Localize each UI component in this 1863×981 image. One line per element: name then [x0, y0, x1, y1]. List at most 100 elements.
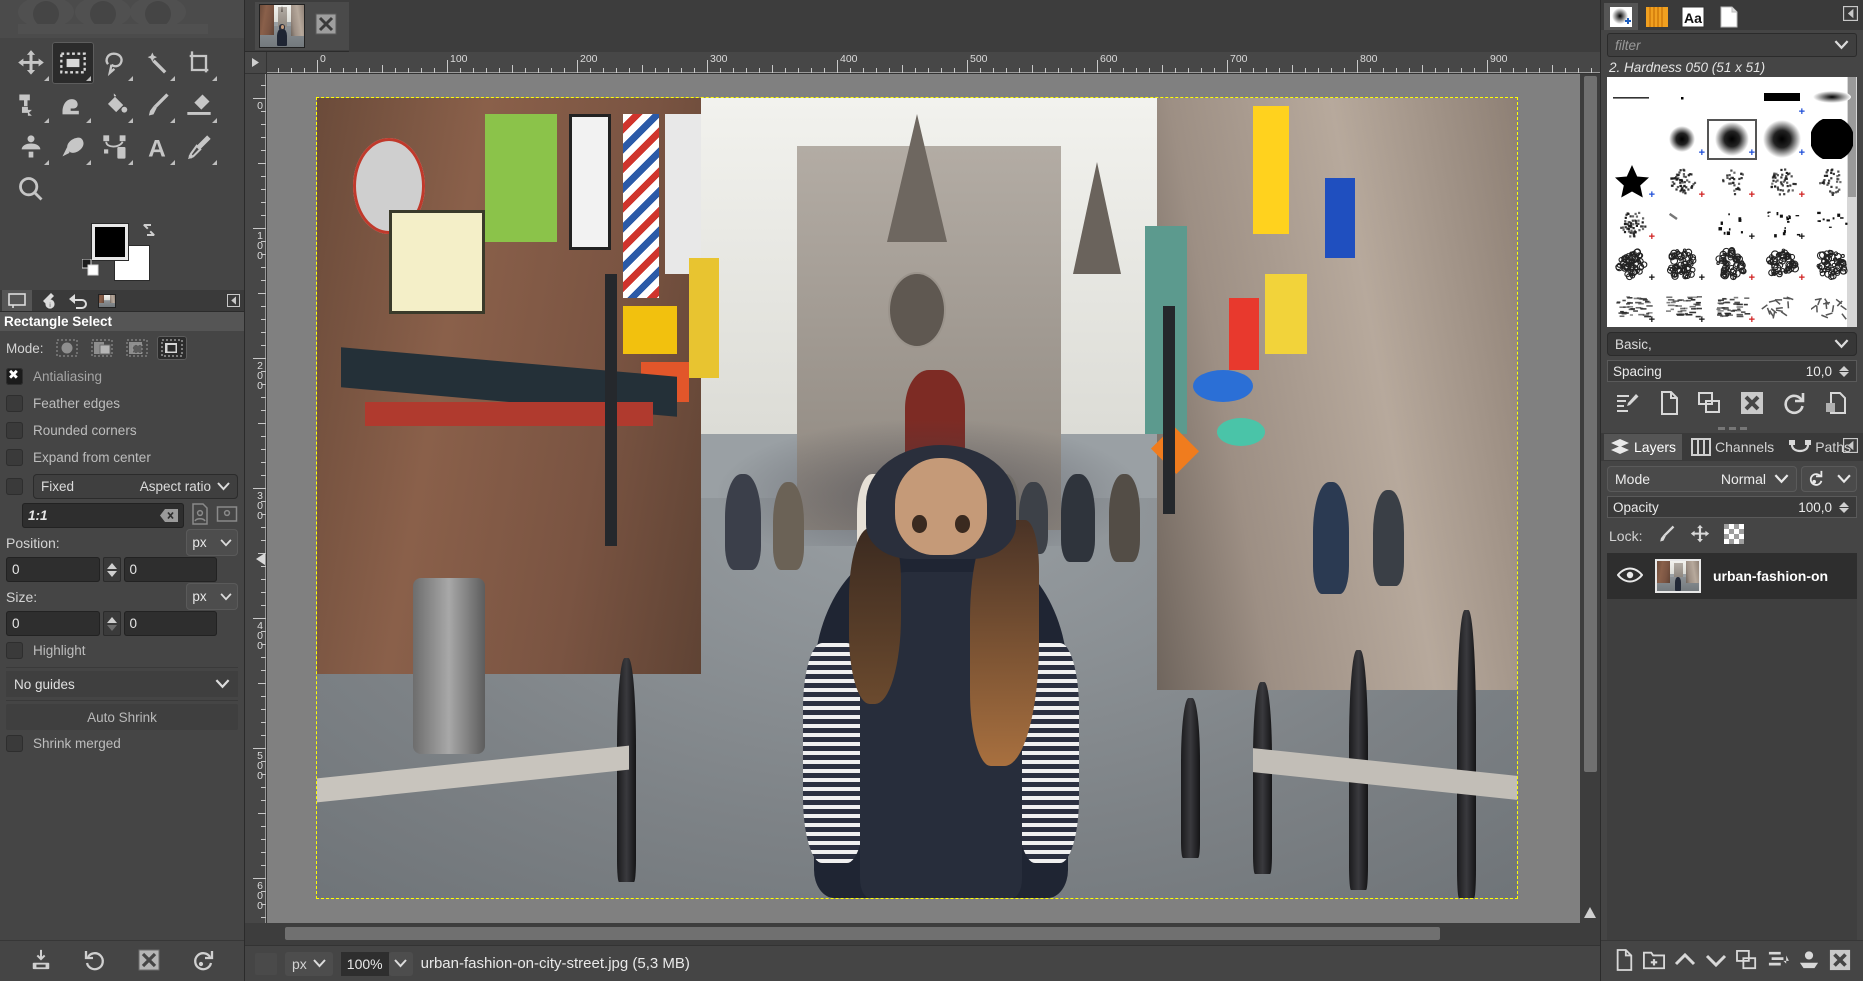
brush-cell[interactable]: +	[1607, 285, 1657, 327]
expand-from-center-row[interactable]: Expand from center	[6, 444, 238, 471]
image-tab[interactable]	[255, 2, 349, 50]
feather-edges-checkbox[interactable]	[6, 395, 23, 412]
brush-tag-combo[interactable]: Basic,	[1607, 332, 1857, 356]
brush-cell[interactable]: +	[1657, 160, 1707, 202]
zoom-combo[interactable]: 100%	[341, 952, 413, 976]
merge-down-icon[interactable]	[1798, 950, 1820, 973]
fixed-aspect-combo[interactable]: Fixed Aspect ratio	[33, 474, 238, 499]
aspect-ratio-input[interactable]: 1:1	[22, 503, 184, 528]
composite-mode-combo[interactable]	[1801, 466, 1857, 492]
canvas[interactable]	[267, 74, 1580, 923]
layer-list[interactable]: urban-fashion-on	[1607, 553, 1857, 940]
layer-mode-combo[interactable]: Mode Normal	[1607, 466, 1797, 492]
horizontal-scrollbar[interactable]	[267, 923, 1580, 945]
save-tool-preset-icon[interactable]	[30, 949, 52, 974]
tool-bucket-fill[interactable]	[94, 84, 136, 126]
raise-layer-icon[interactable]	[1674, 951, 1696, 972]
position-unit-combo[interactable]: px	[186, 529, 238, 556]
tool-crop[interactable]	[178, 42, 220, 84]
brush-cell[interactable]: +	[1657, 244, 1707, 286]
opacity-stepper[interactable]	[1837, 498, 1851, 516]
tab-patterns[interactable]	[1640, 3, 1674, 30]
position-x-input[interactable]: 0	[6, 557, 100, 582]
tool-paths[interactable]	[94, 126, 136, 168]
tab-channels[interactable]: Channels	[1685, 434, 1780, 460]
tool-eraser[interactable]	[178, 84, 220, 126]
edit-brush-icon[interactable]	[1616, 392, 1640, 417]
brush-cell[interactable]: +	[1757, 119, 1807, 161]
brush-cell[interactable]	[1607, 119, 1657, 161]
fixed-checkbox[interactable]	[6, 478, 23, 495]
lock-alpha-icon[interactable]	[1724, 524, 1744, 547]
size-width-input[interactable]: 0	[6, 611, 100, 636]
brush-cell[interactable]: +	[1707, 119, 1757, 161]
antialiasing-checkbox[interactable]	[6, 368, 23, 385]
dock-menu-arrow-icon[interactable]	[1843, 438, 1858, 456]
horizontal-ruler[interactable]: 0100200300400500600700800900	[267, 52, 1600, 74]
brush-cell[interactable]	[1707, 77, 1757, 119]
position-x-stepper[interactable]	[103, 557, 121, 582]
swap-colors-icon[interactable]	[141, 222, 157, 241]
new-layer-group-icon[interactable]	[1643, 949, 1665, 974]
reset-tool-options-icon[interactable]	[191, 948, 215, 975]
brush-spacing-slider[interactable]: Spacing 10,0	[1607, 360, 1857, 382]
tab-undo-history[interactable]	[62, 290, 92, 311]
mode-subtract-button[interactable]	[122, 336, 152, 360]
tab-layers[interactable]: Layers	[1604, 434, 1682, 460]
brush-cell[interactable]: +	[1607, 202, 1657, 244]
tool-color-picker[interactable]	[178, 126, 220, 168]
vertical-scrollbar[interactable]	[1580, 74, 1600, 923]
tool-unified-transform[interactable]	[10, 84, 52, 126]
brush-grid[interactable]: ++++++++++++++++++	[1607, 77, 1857, 327]
tool-smudge[interactable]	[52, 126, 94, 168]
duplicate-brush-icon[interactable]	[1698, 392, 1722, 417]
brush-cell[interactable]: +	[1757, 202, 1807, 244]
delete-brush-icon[interactable]	[1740, 391, 1764, 418]
auto-shrink-button[interactable]: Auto Shrink	[6, 704, 238, 730]
tab-document-history[interactable]	[1712, 3, 1746, 30]
highlight-checkbox[interactable]	[6, 642, 23, 659]
expand-from-center-checkbox[interactable]	[6, 449, 23, 466]
tool-fuzzy-select[interactable]	[136, 42, 178, 84]
mode-intersect-button[interactable]	[157, 336, 187, 360]
landscape-orientation-button[interactable]	[216, 504, 238, 527]
reset-colors-icon[interactable]	[82, 259, 100, 280]
brush-cell[interactable]: +	[1657, 119, 1707, 161]
brush-cell[interactable]	[1807, 202, 1857, 244]
brush-cell[interactable]: +	[1657, 285, 1707, 327]
lock-pixels-icon[interactable]	[1656, 524, 1676, 547]
unit-combo[interactable]: px	[285, 952, 333, 976]
antialiasing-row[interactable]: Antialiasing	[6, 363, 238, 390]
dock-menu-arrow-icon[interactable]	[1843, 6, 1858, 24]
brush-filter-input[interactable]: filter	[1607, 33, 1857, 57]
brush-cell[interactable]: +	[1757, 77, 1807, 119]
mode-replace-button[interactable]	[52, 336, 82, 360]
open-brush-as-image-icon[interactable]	[1824, 391, 1848, 418]
tool-free-select[interactable]	[94, 42, 136, 84]
brush-cell[interactable]	[1807, 244, 1857, 286]
tab-brushes[interactable]	[1604, 3, 1638, 30]
brush-cell[interactable]: +	[1707, 285, 1757, 327]
layer-row[interactable]: urban-fashion-on	[1607, 553, 1857, 599]
delete-tool-preset-icon[interactable]	[138, 949, 160, 974]
lock-position-icon[interactable]	[1690, 524, 1710, 547]
tool-paintbrush[interactable]	[136, 84, 178, 126]
rounded-corners-row[interactable]: Rounded corners	[6, 417, 238, 444]
brush-cell[interactable]	[1807, 77, 1857, 119]
dock-menu-arrow-icon[interactable]	[227, 294, 240, 310]
spacing-stepper[interactable]	[1837, 362, 1851, 380]
feather-edges-row[interactable]: Feather edges	[6, 390, 238, 417]
brush-cell[interactable]	[1657, 77, 1707, 119]
size-unit-combo[interactable]: px	[186, 583, 238, 610]
brush-cell[interactable]	[1807, 119, 1857, 161]
position-y-input[interactable]: 0	[124, 557, 218, 582]
new-brush-icon[interactable]	[1658, 391, 1680, 418]
ruler-corner-button[interactable]	[245, 52, 267, 74]
layer-opacity-slider[interactable]: Opacity 100,0	[1607, 496, 1857, 518]
brush-cell[interactable]	[1807, 160, 1857, 202]
new-layer-icon[interactable]	[1614, 949, 1634, 974]
tab-images[interactable]	[92, 290, 122, 311]
tool-rectangle-select[interactable]	[52, 42, 94, 84]
brush-cell[interactable]: +	[1707, 202, 1757, 244]
guides-combo[interactable]: No guides	[6, 671, 238, 697]
